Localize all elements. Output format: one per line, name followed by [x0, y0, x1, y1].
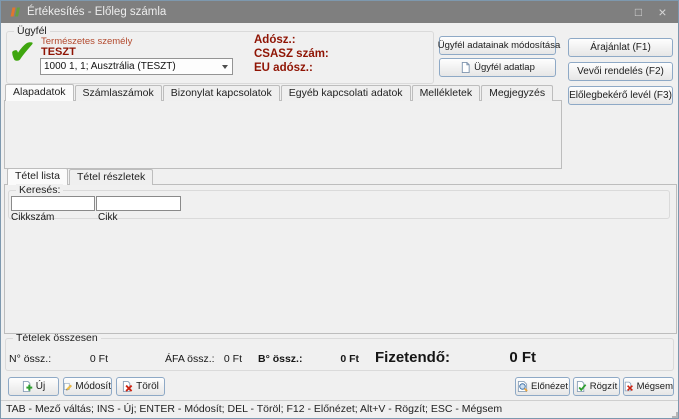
customer-select-value: 1000 1, 1; Ausztrália (TESZT) [44, 61, 176, 72]
item-tabstrip: Tétel lista Tétel részletek [7, 171, 154, 185]
preview-button[interactable]: Előnézet [515, 377, 570, 396]
save-button[interactable]: Rögzít [573, 377, 620, 396]
customer-datasheet-button[interactable]: Ügyfél adatlap [439, 58, 556, 77]
close-icon[interactable]: × [654, 4, 671, 20]
status-bar: TAB - Mező váltás; INS - Új; ENTER - Mód… [1, 400, 678, 418]
tab-megjegyzes[interactable]: Megjegyzés [481, 85, 553, 101]
save-button-label: Rögzít [590, 381, 617, 392]
tab-szamlaszamok[interactable]: Számlaszámok [75, 85, 162, 101]
search-cikk-input[interactable] [96, 196, 181, 211]
status-bar-text: TAB - Mező váltás; INS - Új; ENTER - Mód… [6, 403, 502, 415]
modify-customer-label: Ügyfél adatainak módosítása [438, 40, 561, 51]
customer-order-label: Vevői rendelés (F2) [577, 66, 664, 77]
app-window: Értékesítés - Előleg számla □ × Ügyfél ✔… [0, 0, 679, 419]
payable-value: 0 Ft [456, 349, 536, 366]
dropdown-arrow-icon [222, 65, 228, 69]
search-cikkszam-label: Cikkszám [11, 212, 54, 223]
delete-button[interactable]: Töröl [116, 377, 165, 396]
gross-total-value: 0 Ft [301, 353, 359, 365]
tab-alapadatok[interactable]: Alapadatok [5, 84, 74, 101]
customer-valid-icon: ✔ [9, 33, 36, 71]
eu-tax-number-label: EU adósz.: [254, 62, 313, 74]
tab-egyeb-kapcsolati-adatok[interactable]: Egyéb kapcsolati adatok [281, 85, 411, 101]
cancel-button[interactable]: Mégsem [623, 377, 674, 396]
tab-tetel-lista[interactable]: Tétel lista [7, 168, 68, 185]
delete-icon [122, 381, 133, 392]
window-title: Értékesítés - Előleg számla [27, 1, 166, 23]
pencil-icon [64, 381, 72, 392]
advance-request-label: Előlegbekérő levél (F3) [569, 90, 672, 101]
search-group-label: Keresés: [16, 184, 63, 196]
customer-datasheet-label: Ügyfél adatlap [474, 62, 535, 73]
app-icon [8, 5, 22, 19]
cancel-icon [624, 381, 634, 392]
plus-icon [22, 381, 33, 392]
modify-button[interactable]: Módosít [63, 377, 112, 396]
vat-total-value: 0 Ft [196, 353, 242, 365]
payable-label: Fizetendő: [375, 349, 450, 366]
save-check-icon [576, 381, 587, 392]
basic-data-panel [4, 100, 562, 169]
tab-tetel-reszletek[interactable]: Tétel részletek [69, 169, 153, 185]
modify-button-label: Módosít [75, 381, 111, 392]
cancel-button-label: Mégsem [637, 381, 673, 392]
title-bar[interactable]: Értékesítés - Előleg számla □ × [1, 1, 678, 23]
main-tabstrip: Alapadatok Számlaszámok Bizonylat kapcso… [5, 87, 554, 101]
new-button-label: Új [36, 381, 45, 392]
maximize-icon[interactable]: □ [630, 4, 647, 20]
resize-grip-icon[interactable] [666, 406, 676, 416]
preview-icon [517, 381, 528, 392]
customer-order-button[interactable]: Vevői rendelés (F2) [568, 62, 673, 81]
group-tax-number-label: CSASZ szám: [254, 48, 329, 60]
gross-total-label: B° össz.: [258, 353, 302, 365]
customer-select[interactable]: 1000 1, 1; Ausztrália (TESZT) [40, 58, 233, 75]
tax-number-label: Adósz.: [254, 34, 296, 46]
document-icon [460, 62, 471, 73]
net-total-value: 0 Ft [41, 353, 108, 365]
modify-customer-button[interactable]: Ügyfél adatainak módosítása [439, 36, 556, 55]
delete-button-label: Töröl [136, 381, 159, 392]
new-button[interactable]: Új [8, 377, 59, 396]
search-cikk-label: Cikk [98, 212, 117, 223]
tab-bizonylat-kapcsolatok[interactable]: Bizonylat kapcsolatok [163, 85, 280, 101]
customer-name: TESZT [41, 46, 76, 58]
preview-button-label: Előnézet [531, 381, 568, 392]
quote-button-label: Árajánlat (F1) [590, 42, 651, 53]
tab-mellekletek[interactable]: Mellékletek [412, 85, 481, 101]
search-cikkszam-input[interactable] [11, 196, 95, 211]
quote-button[interactable]: Árajánlat (F1) [568, 38, 673, 57]
advance-request-button[interactable]: Előlegbekérő levél (F3) [568, 86, 673, 105]
